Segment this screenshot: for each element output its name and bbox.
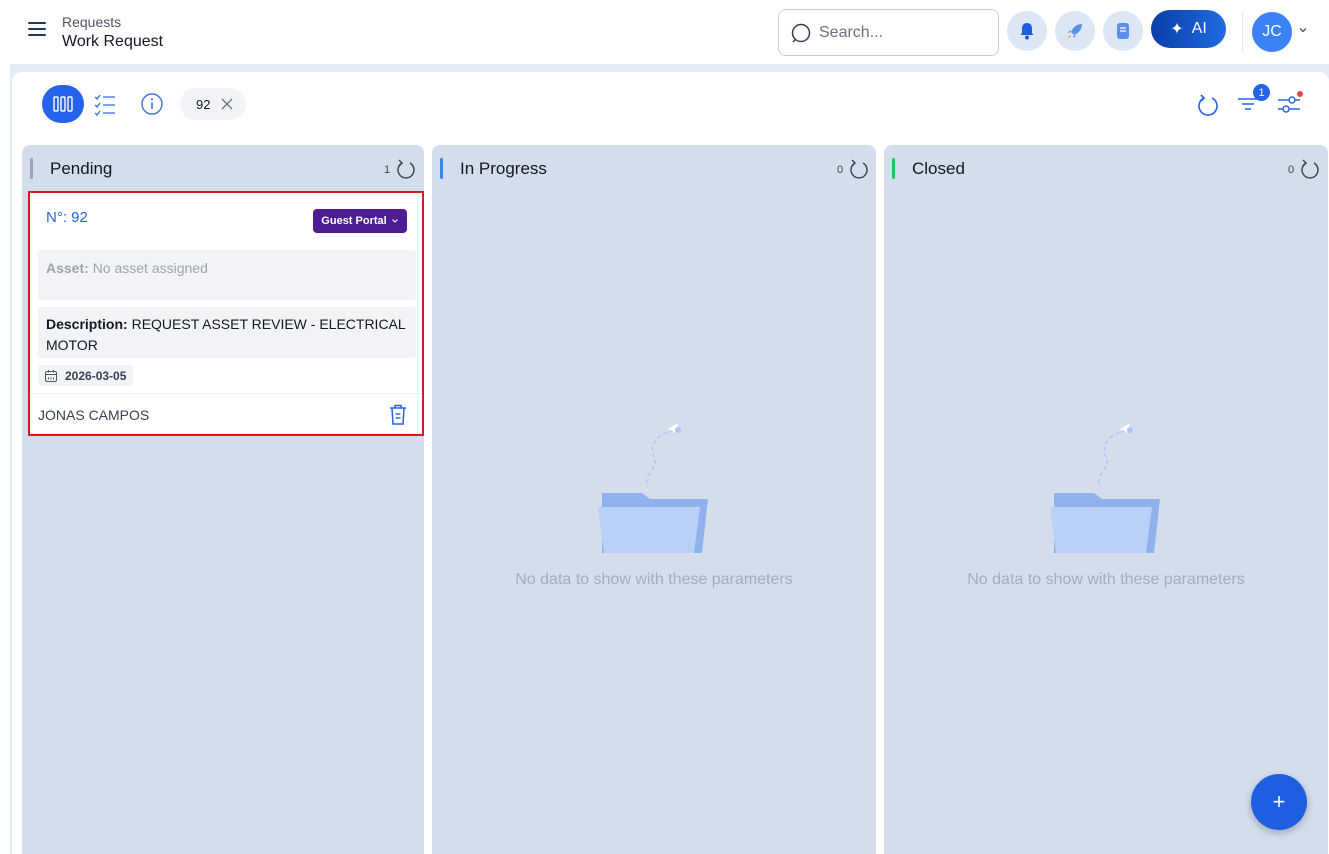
refresh-icon[interactable] — [1299, 157, 1321, 181]
filter-chip[interactable]: 92 — [180, 88, 246, 120]
empty-state-message: No data to show with these parameters — [967, 571, 1245, 588]
column-accent-bar — [30, 158, 33, 179]
column-accent-bar — [440, 158, 443, 179]
column-title: Pending — [50, 159, 113, 178]
bell-icon — [1020, 23, 1034, 40]
main-area: 92 1 Pending 1 N°: 92 Guest Portal Asset… — [10, 64, 1329, 854]
date-badge: 2026-03-05 — [38, 365, 134, 386]
empty-folder-icon — [598, 423, 708, 553]
description-field: Description: REQUEST ASSET REVIEW - ELEC… — [38, 307, 416, 358]
ai-assistant-button[interactable]: ✦ AI — [1151, 10, 1226, 48]
trash-icon[interactable] — [388, 403, 408, 427]
column-count: 1 — [384, 164, 391, 176]
request-number[interactable]: N°: 92 — [46, 209, 88, 226]
chevron-down-icon — [391, 219, 398, 223]
column-header: Closed 0 — [884, 145, 1328, 191]
breadcrumb[interactable]: Requests — [62, 14, 121, 30]
column-header: Pending 1 — [22, 145, 424, 191]
filter-count-badge: 1 — [1253, 84, 1270, 101]
column-count: 0 — [837, 164, 844, 176]
notifications-button[interactable] — [1007, 11, 1047, 51]
columns-icon — [53, 96, 73, 112]
empty-folder-icon — [1050, 423, 1160, 553]
document-icon — [1117, 23, 1129, 39]
column-title: In Progress — [460, 159, 547, 178]
empty-state: No data to show with these parameters — [884, 417, 1328, 589]
info-icon[interactable] — [140, 92, 164, 116]
source-badge-label: Guest Portal — [321, 215, 387, 227]
top-bar: Requests Work Request ✦ AI JC — [0, 0, 1329, 64]
list-view-icon[interactable] — [92, 92, 118, 118]
column-closed: Closed 0 No data to show with these para… — [884, 145, 1328, 854]
hamburger-menu-icon[interactable] — [28, 22, 46, 40]
settings-sliders-icon[interactable] — [1276, 90, 1304, 118]
user-avatar[interactable]: JC — [1252, 12, 1292, 52]
assignee-name: JONAS CAMPOS — [38, 407, 150, 423]
request-date: 2026-03-05 — [65, 368, 127, 383]
close-icon[interactable] — [220, 97, 234, 111]
ai-button-label: AI — [1191, 20, 1207, 37]
source-badge[interactable]: Guest Portal — [313, 209, 407, 233]
description-label: Description: — [46, 316, 128, 332]
column-count: 0 — [1288, 164, 1295, 176]
column-accent-bar — [892, 158, 895, 179]
search-input[interactable] — [819, 20, 989, 46]
kanban-panel: 92 1 Pending 1 N°: 92 Guest Portal Asset… — [12, 72, 1329, 854]
empty-state-message: No data to show with these parameters — [515, 571, 793, 588]
refresh-icon[interactable] — [1196, 92, 1220, 118]
add-request-button[interactable]: + — [1251, 774, 1307, 830]
search-icon — [791, 23, 811, 43]
request-card[interactable]: N°: 92 Guest Portal Asset: No asset assi… — [28, 191, 424, 436]
docs-button[interactable] — [1103, 11, 1143, 51]
asset-label: Asset: — [46, 260, 89, 276]
quick-start-button[interactable] — [1055, 11, 1095, 51]
filter-chip-label: 92 — [196, 96, 211, 112]
asset-field: Asset: No asset assigned — [38, 250, 416, 300]
column-pending: Pending 1 N°: 92 Guest Portal Asset: No … — [22, 145, 424, 854]
header-divider — [1242, 12, 1243, 52]
kanban-view-button[interactable] — [42, 85, 84, 123]
empty-state: No data to show with these parameters — [432, 417, 876, 589]
refresh-icon[interactable] — [395, 157, 417, 181]
search-box[interactable] — [778, 9, 999, 56]
asset-value: No asset assigned — [92, 260, 208, 276]
card-divider — [30, 393, 422, 394]
column-title: Closed — [912, 159, 965, 178]
refresh-icon[interactable] — [848, 157, 870, 181]
column-header: In Progress 0 — [432, 145, 876, 191]
chevron-down-icon[interactable] — [1297, 24, 1309, 36]
calendar-icon — [45, 369, 57, 382]
column-in-progress: In Progress 0 No data to show with these… — [432, 145, 876, 854]
sparkle-icon: ✦ — [1170, 21, 1184, 38]
page-title: Work Request — [62, 33, 164, 50]
rocket-icon — [1067, 24, 1082, 39]
